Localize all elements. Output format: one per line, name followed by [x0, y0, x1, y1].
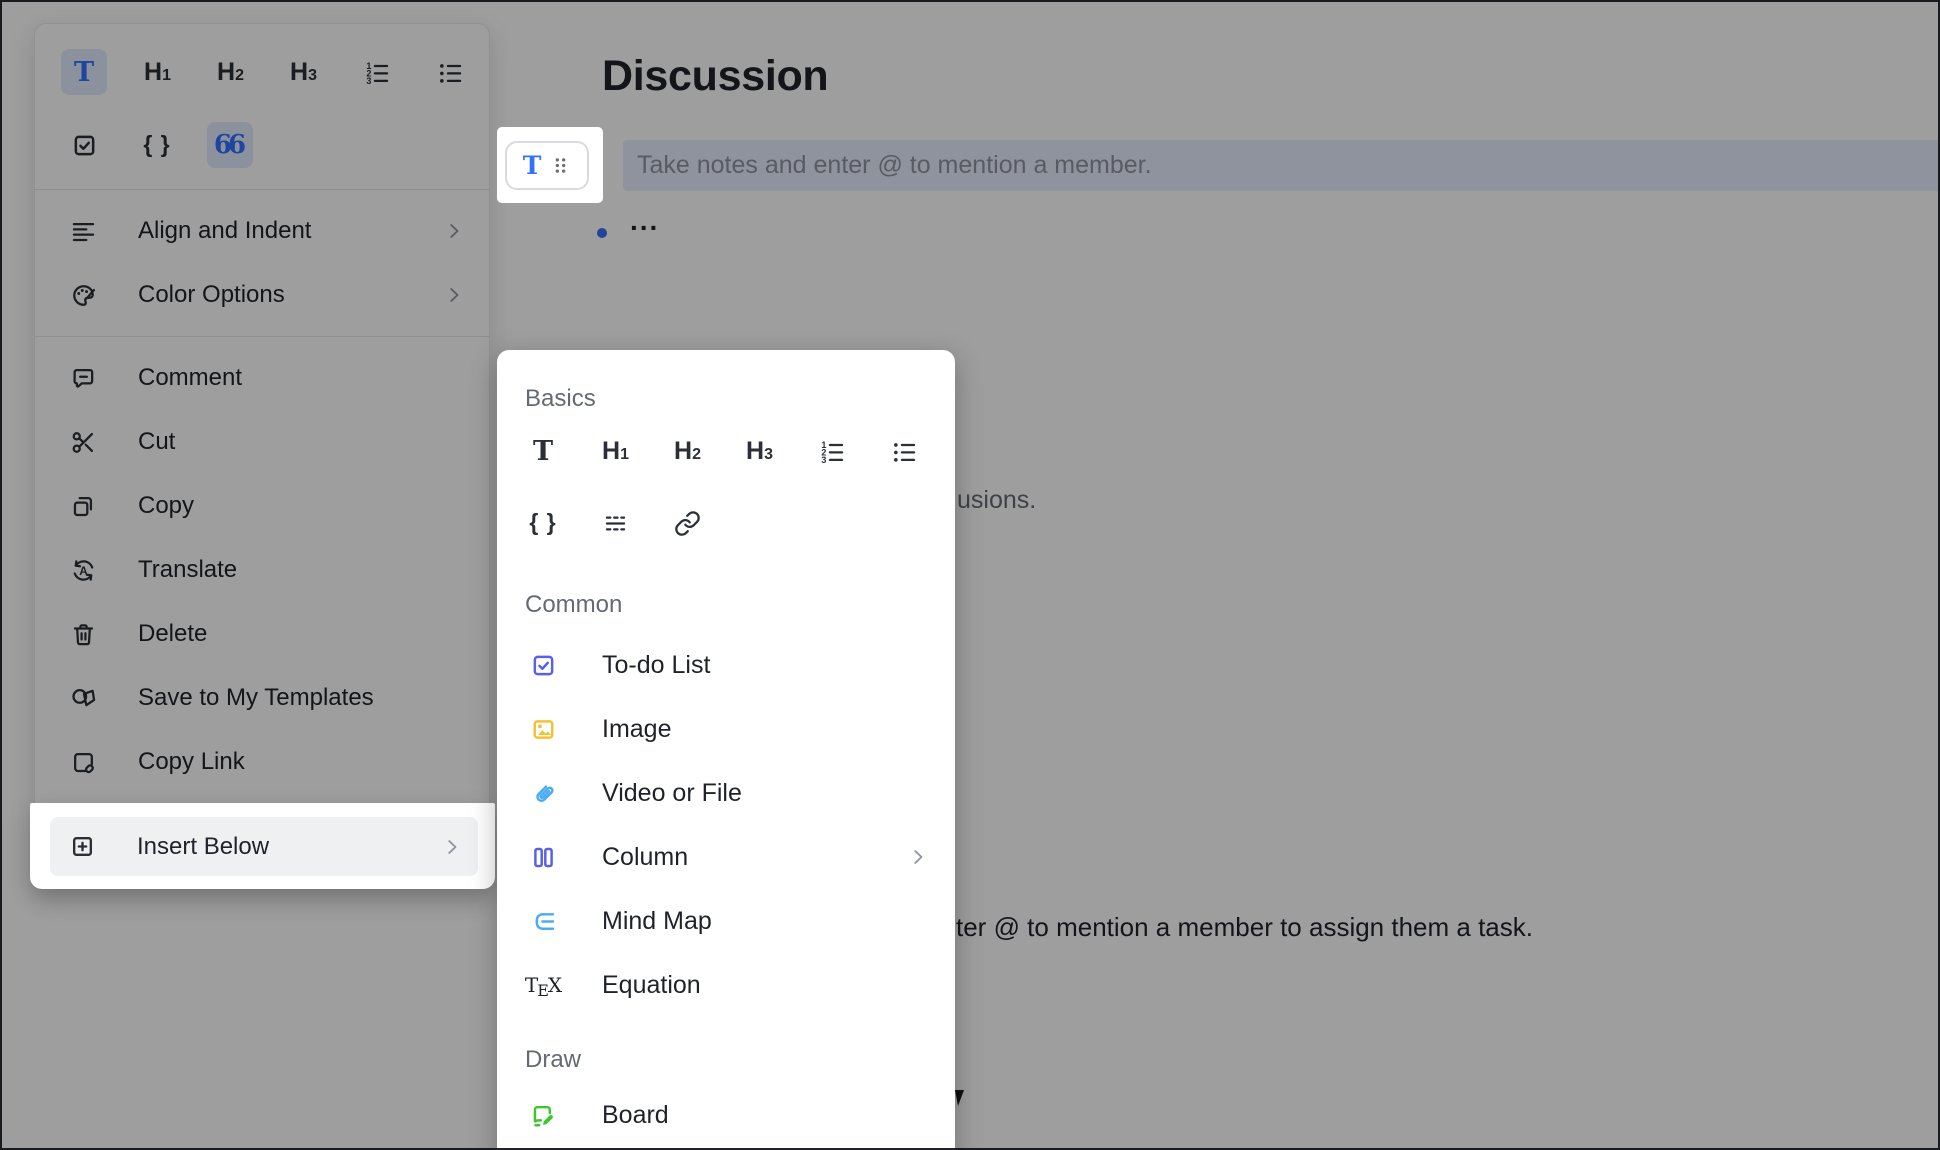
insert-code-button[interactable]: { } — [520, 500, 566, 546]
insert-h3-button[interactable]: H3 — [736, 428, 782, 474]
submenu-item-column[interactable]: Column — [497, 825, 955, 889]
attachment-icon — [529, 779, 557, 807]
insert-h2-button[interactable]: H2 — [664, 428, 710, 474]
insert-h1-button[interactable]: H1 — [592, 428, 638, 474]
menu-item-insert-below[interactable]: Insert Below — [50, 817, 478, 876]
submenu-list: To-do List Image Video or File Column Mind M… — [497, 633, 955, 1017]
insert-below-icon — [68, 833, 96, 861]
svg-text:3: 3 — [821, 454, 826, 464]
insert-below-spotlight: Insert Below — [30, 803, 495, 889]
chevron-right-icon — [441, 836, 463, 858]
submenu-item-equation[interactable]: T E X Equation — [497, 953, 955, 1017]
divider-icon — [602, 510, 629, 537]
submenu-item-mind-map[interactable]: Mind Map — [497, 889, 955, 953]
section-label: Basics — [525, 385, 596, 412]
bullet-list-icon — [890, 438, 917, 465]
dim-overlay — [0, 0, 1940, 1150]
insert-ordered-list-button[interactable]: 123 — [808, 428, 854, 474]
submenu-item-board[interactable]: Board — [497, 1083, 955, 1147]
image-icon — [529, 715, 557, 743]
submenu-item-label: Video or File — [602, 778, 742, 807]
section-label: Draw — [525, 1046, 582, 1073]
submenu-item-label: Mind Map — [602, 906, 712, 935]
insert-submenu: Basics T H 1 H 2 H 3 1 2 3 { } Common To-do List Image… — [497, 350, 955, 1150]
chevron-right-icon — [907, 846, 929, 868]
submenu-item-label: To-do List — [602, 650, 711, 679]
h3-icon: H3 — [746, 436, 773, 465]
h2-icon: H2 — [674, 436, 701, 465]
submenu-item-to-do-list[interactable]: To-do List — [497, 633, 955, 697]
code-icon: { } — [529, 509, 557, 535]
link-icon — [674, 510, 701, 537]
submenu-item-label: Board — [602, 1100, 669, 1129]
h1-icon: H1 — [602, 436, 629, 465]
submenu-list: Board — [497, 1083, 955, 1147]
board-icon — [529, 1101, 557, 1129]
basics-icon-grid: T H 1 H 2 H 3 1 2 3 { } — [520, 428, 932, 546]
ordered-list-icon: 123 — [818, 438, 845, 465]
submenu-item-label: Equation — [602, 970, 701, 999]
drag-handle-icon[interactable] — [550, 155, 571, 176]
block-handle-button[interactable]: T — [505, 141, 589, 190]
mindmap-icon — [529, 907, 557, 935]
equation-icon: TEX — [524, 973, 562, 1000]
insert-bullet-list-button[interactable] — [880, 428, 926, 474]
submenu-item-label: Image — [602, 714, 672, 743]
editor-screen: Discussion Take notes and enter @ to men… — [0, 0, 1940, 1150]
submenu-item-video-or-file[interactable]: Video or File — [497, 761, 955, 825]
text-format-icon: T — [522, 151, 542, 180]
insert-divider-button[interactable] — [592, 500, 638, 546]
column-icon — [529, 843, 557, 871]
menu-item-label: Insert Below — [137, 832, 270, 860]
text-icon: T — [532, 435, 554, 467]
block-handle-spotlight: T — [497, 127, 603, 203]
section-label: Common — [525, 591, 623, 618]
submenu-item-label: Column — [602, 842, 689, 871]
insert-link-button[interactable] — [664, 500, 710, 546]
submenu-item-image[interactable]: Image — [497, 697, 955, 761]
todo-icon — [529, 651, 557, 679]
insert-text-button[interactable]: T — [520, 428, 566, 474]
